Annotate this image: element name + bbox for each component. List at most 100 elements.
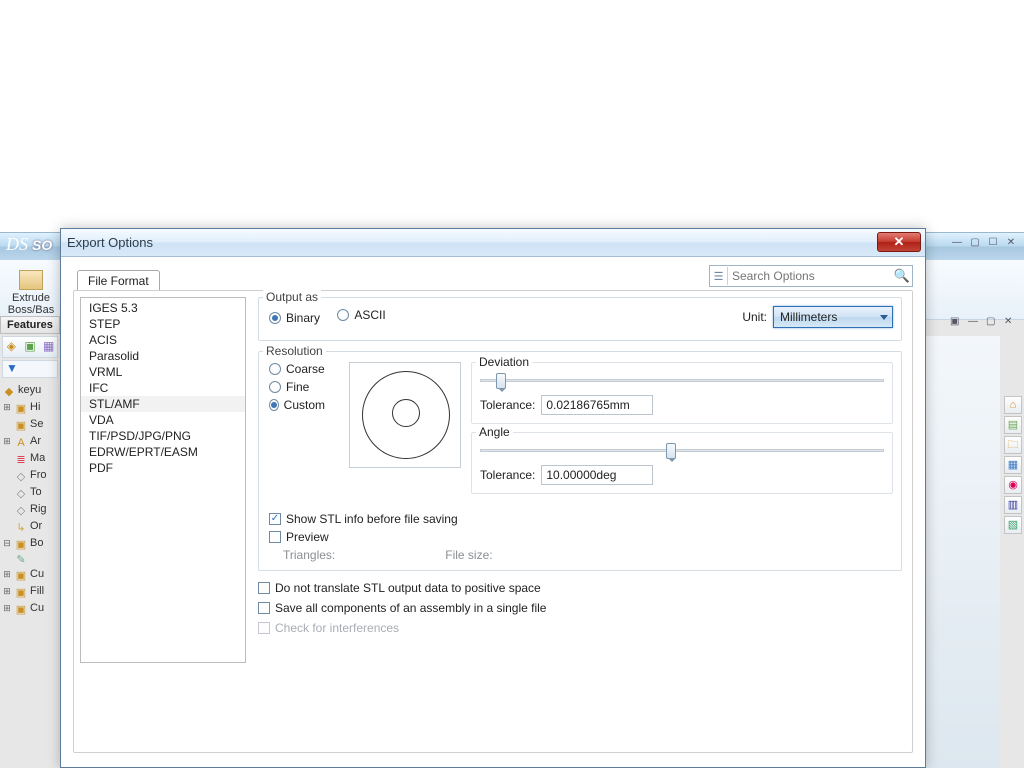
format-item-stl-amf[interactable]: STL/AMF	[81, 396, 245, 412]
brand-logo-ds: DS	[6, 234, 28, 255]
background-window-controls: — ▢ ☐ ✕	[950, 236, 1018, 250]
ribbon-extrude-label1: Extrude	[6, 292, 56, 304]
filter-icon: ▼	[6, 361, 18, 375]
search-input[interactable]	[728, 269, 892, 283]
design-library-icon[interactable]: ▤	[1004, 416, 1022, 434]
format-item-ifc[interactable]: IFC	[81, 380, 245, 396]
radio-binary-label: Binary	[286, 311, 320, 325]
subwindow-controls: ▣ — ▢ ✕	[950, 316, 1018, 330]
check-single-file[interactable]: Save all components of an assembly in a …	[258, 601, 888, 615]
brand-text-so: SO	[32, 237, 52, 253]
checkbox-icon	[258, 602, 270, 614]
sub-minimize-icon[interactable]: —	[968, 316, 982, 330]
format-item-vrml[interactable]: VRML	[81, 364, 245, 380]
angle-tolerance-label: Tolerance:	[480, 468, 535, 482]
file-explorer-icon[interactable]: 🗀	[1004, 436, 1022, 454]
format-item-acis[interactable]: ACIS	[81, 332, 245, 348]
ribbon-extrude-button[interactable]: Extrude Boss/Bas	[6, 270, 56, 314]
radio-dot-icon	[269, 381, 281, 393]
unit-combobox[interactable]: Millimeters	[773, 306, 893, 328]
radio-ascii[interactable]: ASCII	[337, 308, 385, 322]
manager-tabs[interactable]: ◈ ▣ ▦	[2, 336, 58, 358]
export-options-dialog: Export Options ✕ ☰ 🔍 File Format IGES 5.…	[60, 228, 926, 768]
deviation-tolerance-input[interactable]: 0.02186765mm	[541, 395, 653, 415]
radio-custom[interactable]: Custom	[269, 398, 325, 412]
tree-root-label: keyu	[18, 382, 41, 399]
feature-manager-icon[interactable]: ◈	[3, 337, 20, 355]
deviation-label: Deviation	[476, 355, 532, 369]
bg-minimize-icon[interactable]: —	[950, 236, 964, 250]
check-no-translate[interactable]: Do not translate STL output data to posi…	[258, 581, 888, 595]
sub-close-icon[interactable]: ✕	[1004, 316, 1018, 330]
resolution-label: Resolution	[263, 344, 326, 358]
deviation-slider[interactable]	[480, 371, 884, 389]
format-item-edrw[interactable]: EDRW/EPRT/EASM	[81, 444, 245, 460]
check-interferences: Check for interferences	[258, 621, 888, 635]
deviation-group: Deviation Tolerance: 0.02186765mm	[471, 362, 893, 424]
property-manager-icon[interactable]: ▣	[22, 337, 39, 355]
slider-thumb-icon[interactable]	[496, 373, 506, 389]
search-options-field[interactable]: ☰ 🔍	[709, 265, 913, 287]
filesize-label: File size:	[445, 548, 492, 562]
output-as-label: Output as	[263, 290, 321, 304]
unit-value: Millimeters	[780, 310, 837, 324]
radio-coarse[interactable]: Coarse	[269, 362, 325, 376]
format-item-step[interactable]: STEP	[81, 316, 245, 332]
search-options-icon: ☰	[710, 267, 728, 285]
tree-root-row[interactable]: ◆ keyu	[2, 382, 58, 399]
forums-icon[interactable]: ▧	[1004, 516, 1022, 534]
features-tab[interactable]: Features	[0, 316, 60, 334]
radio-fine[interactable]: Fine	[269, 380, 325, 394]
sub-restore-icon[interactable]: ▢	[986, 316, 1000, 330]
triangles-label: Triangles:	[283, 548, 335, 562]
format-item-iges[interactable]: IGES 5.3	[81, 300, 245, 316]
part-icon: ◆	[2, 384, 16, 398]
checkbox-icon	[258, 582, 270, 594]
bg-maximize-icon[interactable]: ☐	[986, 236, 1000, 250]
extrude-icon	[19, 270, 43, 290]
radio-ascii-label: ASCII	[354, 308, 385, 322]
unit-label: Unit:	[742, 310, 767, 324]
format-item-tif[interactable]: TIF/PSD/JPG/PNG	[81, 428, 245, 444]
angle-tolerance-input[interactable]: 10.00000deg	[541, 465, 653, 485]
checkbox-icon	[269, 513, 281, 525]
bg-restore-icon[interactable]: ▢	[968, 236, 982, 250]
filter-bar[interactable]: ▼	[2, 360, 58, 378]
format-item-vda[interactable]: VDA	[81, 412, 245, 428]
tab-panel: IGES 5.3 STEP ACIS Parasolid VRML IFC ST…	[73, 290, 913, 753]
check-show-stl-info[interactable]: Show STL info before file saving	[269, 512, 458, 526]
home-icon[interactable]: ⌂	[1004, 396, 1022, 414]
view-palette-icon[interactable]: ▦	[1004, 456, 1022, 474]
slider-thumb-icon[interactable]	[666, 443, 676, 459]
output-as-group: Output as Binary ASCII Unit: Millimeters	[258, 297, 902, 341]
custom-props-icon[interactable]: ▥	[1004, 496, 1022, 514]
angle-slider[interactable]	[480, 441, 884, 459]
appearances-icon[interactable]: ◉	[1004, 476, 1022, 494]
dialog-close-button[interactable]: ✕	[877, 232, 921, 252]
ribbon-extrude-label2: Boss/Bas	[6, 304, 56, 316]
radio-dot-icon	[269, 363, 281, 375]
check-preview[interactable]: Preview	[269, 530, 329, 544]
radio-dot-icon	[269, 399, 279, 411]
deviation-tolerance-label: Tolerance:	[480, 398, 535, 412]
dialog-titlebar[interactable]: Export Options ✕	[61, 229, 925, 257]
resolution-group: Resolution Coarse Fine	[258, 351, 902, 571]
radio-dot-icon	[337, 309, 349, 321]
angle-label: Angle	[476, 425, 513, 439]
checkbox-icon	[258, 622, 270, 634]
search-icon[interactable]: 🔍	[892, 268, 912, 284]
tab-file-format[interactable]: File Format	[77, 270, 160, 291]
checkbox-icon	[269, 531, 281, 543]
dialog-title: Export Options	[67, 235, 153, 250]
sub-dock-icon[interactable]: ▣	[950, 316, 964, 330]
format-item-parasolid[interactable]: Parasolid	[81, 348, 245, 364]
feature-tree[interactable]: ◆ keyu ⊞▣Hi ▣Se ⊞AAr ≣Ma ◇Fro ◇To ◇Rig ↳…	[2, 382, 58, 617]
bg-close-icon[interactable]: ✕	[1004, 236, 1018, 250]
config-manager-icon[interactable]: ▦	[40, 337, 57, 355]
radio-binary[interactable]: Binary	[269, 311, 320, 325]
format-list[interactable]: IGES 5.3 STEP ACIS Parasolid VRML IFC ST…	[80, 297, 246, 663]
radio-dot-icon	[269, 312, 281, 324]
task-pane-tabs[interactable]: ⌂ ▤ 🗀 ▦ ◉ ▥ ▧	[1004, 396, 1022, 534]
resolution-preview-graphic	[349, 362, 461, 468]
format-item-pdf[interactable]: PDF	[81, 460, 245, 476]
